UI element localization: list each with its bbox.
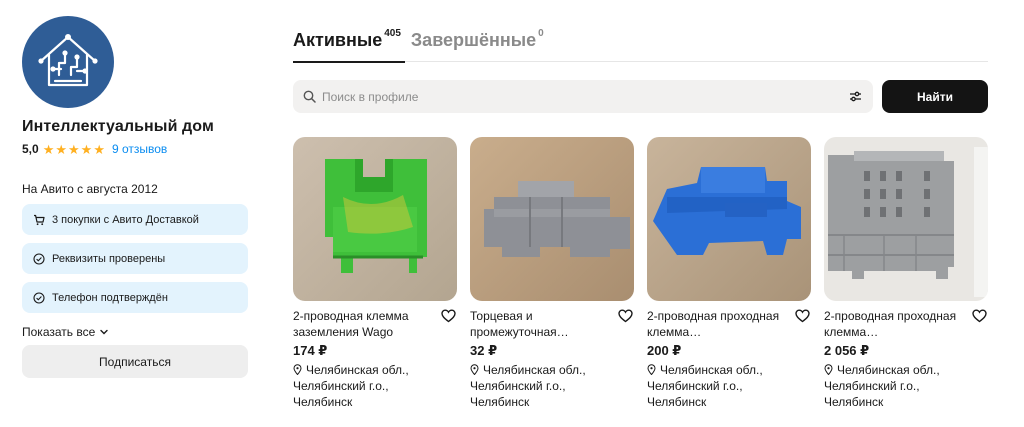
smart-home-logo-icon — [38, 34, 98, 87]
location-region: Челябинская обл., — [837, 363, 940, 377]
location-district: Челябинский г.о., — [293, 379, 389, 393]
listings-area: Активные405 Завершённые0 Найти — [293, 26, 988, 410]
location-district: Челябинский г.о., — [647, 379, 743, 393]
member-since: На Авито с августа 2012 — [22, 182, 158, 196]
listing-photo[interactable] — [293, 137, 457, 301]
star-icon: ★ — [93, 141, 105, 157]
location-district: Челябинский г.о., — [824, 379, 920, 393]
cart-icon — [32, 213, 46, 227]
badge-label: Реквизиты проверены — [52, 252, 166, 265]
tab-count: 0 — [538, 28, 544, 39]
listing-price: 2 056 ₽ — [824, 343, 870, 358]
tab-active[interactable]: Активные 405 — [293, 26, 405, 63]
heart-icon[interactable] — [972, 309, 988, 325]
location-pin-icon — [647, 364, 657, 376]
badge-requisites-verified: Реквизиты проверены — [22, 243, 248, 274]
location-region: Челябинская обл., — [306, 363, 409, 377]
location-pin-icon — [293, 364, 303, 376]
listing-card[interactable]: Торцевая и промежуточная… 32 ₽ Челябинск… — [470, 137, 634, 410]
rating-stars: ★ ★ ★ ★ ★ — [43, 143, 106, 156]
star-icon: ★ — [68, 141, 80, 157]
listing-card[interactable]: 2-проводная проходная клемма… 2 056 ₽ Че… — [824, 137, 988, 410]
listing-card[interactable]: 2-проводная проходная клемма… 200 ₽ Челя… — [647, 137, 811, 410]
listing-photo[interactable] — [470, 137, 634, 301]
star-icon: ★ — [55, 141, 67, 157]
search-box — [293, 80, 873, 113]
find-button[interactable]: Найти — [882, 80, 988, 113]
listing-price: 174 ₽ — [293, 343, 328, 358]
rating-value: 5,0 — [22, 142, 39, 156]
rating-row: 5,0 ★ ★ ★ ★ ★ 9 отзывов — [22, 142, 248, 156]
location-pin-icon — [470, 364, 480, 376]
shop-name: Интеллектуальный дом — [22, 118, 214, 135]
heart-icon[interactable] — [441, 309, 457, 325]
location-city: Челябинск — [647, 395, 707, 409]
tab-count: 405 — [384, 28, 401, 39]
heart-icon[interactable] — [618, 309, 634, 325]
search-icon — [303, 90, 316, 103]
listing-title[interactable]: Торцевая и промежуточная… — [470, 308, 608, 340]
tab-label: Завершённые — [410, 30, 537, 50]
listing-tabs: Активные 405 Завершённые 0 — [293, 26, 988, 63]
listing-grid: 2-проводная клемма заземления Wago 870-…… — [293, 137, 988, 410]
filter-settings-icon[interactable] — [847, 89, 863, 105]
listing-card[interactable]: 2-проводная клемма заземления Wago 870-…… — [293, 137, 457, 410]
listing-photo[interactable] — [647, 137, 811, 301]
badge-label: 3 покупки с Авито Доставкой — [52, 213, 199, 226]
chevron-down-icon — [99, 327, 109, 337]
listing-title[interactable]: 2-проводная проходная клемма… — [647, 308, 785, 340]
badge-label: Телефон подтверждён — [52, 291, 168, 304]
listing-location: Челябинская обл., Челябинский г.о., Челя… — [293, 362, 457, 410]
listing-price: 32 ₽ — [470, 343, 498, 358]
tab-label: Активные — [293, 30, 383, 50]
badge-phone-verified: Телефон подтверждён — [22, 282, 248, 313]
star-icon: ★ — [42, 141, 55, 157]
listing-title[interactable]: 2-проводная клемма заземления Wago 870-… — [293, 308, 431, 340]
avatar[interactable] — [22, 16, 114, 108]
subscribe-button[interactable]: Подписаться — [22, 345, 248, 378]
tab-completed[interactable]: Завершённые 0 — [411, 26, 544, 62]
badge-delivery-purchases: 3 покупки с Авито Доставкой — [22, 204, 248, 235]
show-all-label: Показать все — [22, 325, 96, 339]
check-circle-icon — [32, 291, 46, 305]
location-city: Челябинск — [293, 395, 353, 409]
show-all-link[interactable]: Показать все — [22, 325, 248, 339]
location-pin-icon — [824, 364, 834, 376]
location-region: Челябинская обл., — [660, 363, 763, 377]
reviews-link[interactable]: 9 отзывов — [112, 142, 167, 156]
listing-location: Челябинская обл., Челябинский г.о., Челя… — [470, 362, 634, 410]
listing-price: 200 ₽ — [647, 343, 682, 358]
search-input[interactable] — [322, 89, 847, 104]
location-city: Челябинск — [470, 395, 530, 409]
location-district: Челябинский г.о., — [470, 379, 566, 393]
star-icon: ★ — [80, 141, 93, 157]
listing-location: Челябинская обл., Челябинский г.о., Челя… — [824, 362, 988, 410]
check-circle-icon — [32, 252, 46, 266]
profile-sidebar: Интеллектуальный дом 5,0 ★ ★ ★ ★ ★ 9 отз… — [22, 16, 248, 378]
listing-location: Челябинская обл., Челябинский г.о., Челя… — [647, 362, 811, 410]
location-city: Челябинск — [824, 395, 884, 409]
location-region: Челябинская обл., — [483, 363, 586, 377]
listing-photo[interactable] — [824, 137, 988, 301]
listing-title[interactable]: 2-проводная проходная клемма… — [824, 308, 962, 340]
search-row: Найти — [293, 80, 988, 113]
heart-icon[interactable] — [795, 309, 811, 325]
